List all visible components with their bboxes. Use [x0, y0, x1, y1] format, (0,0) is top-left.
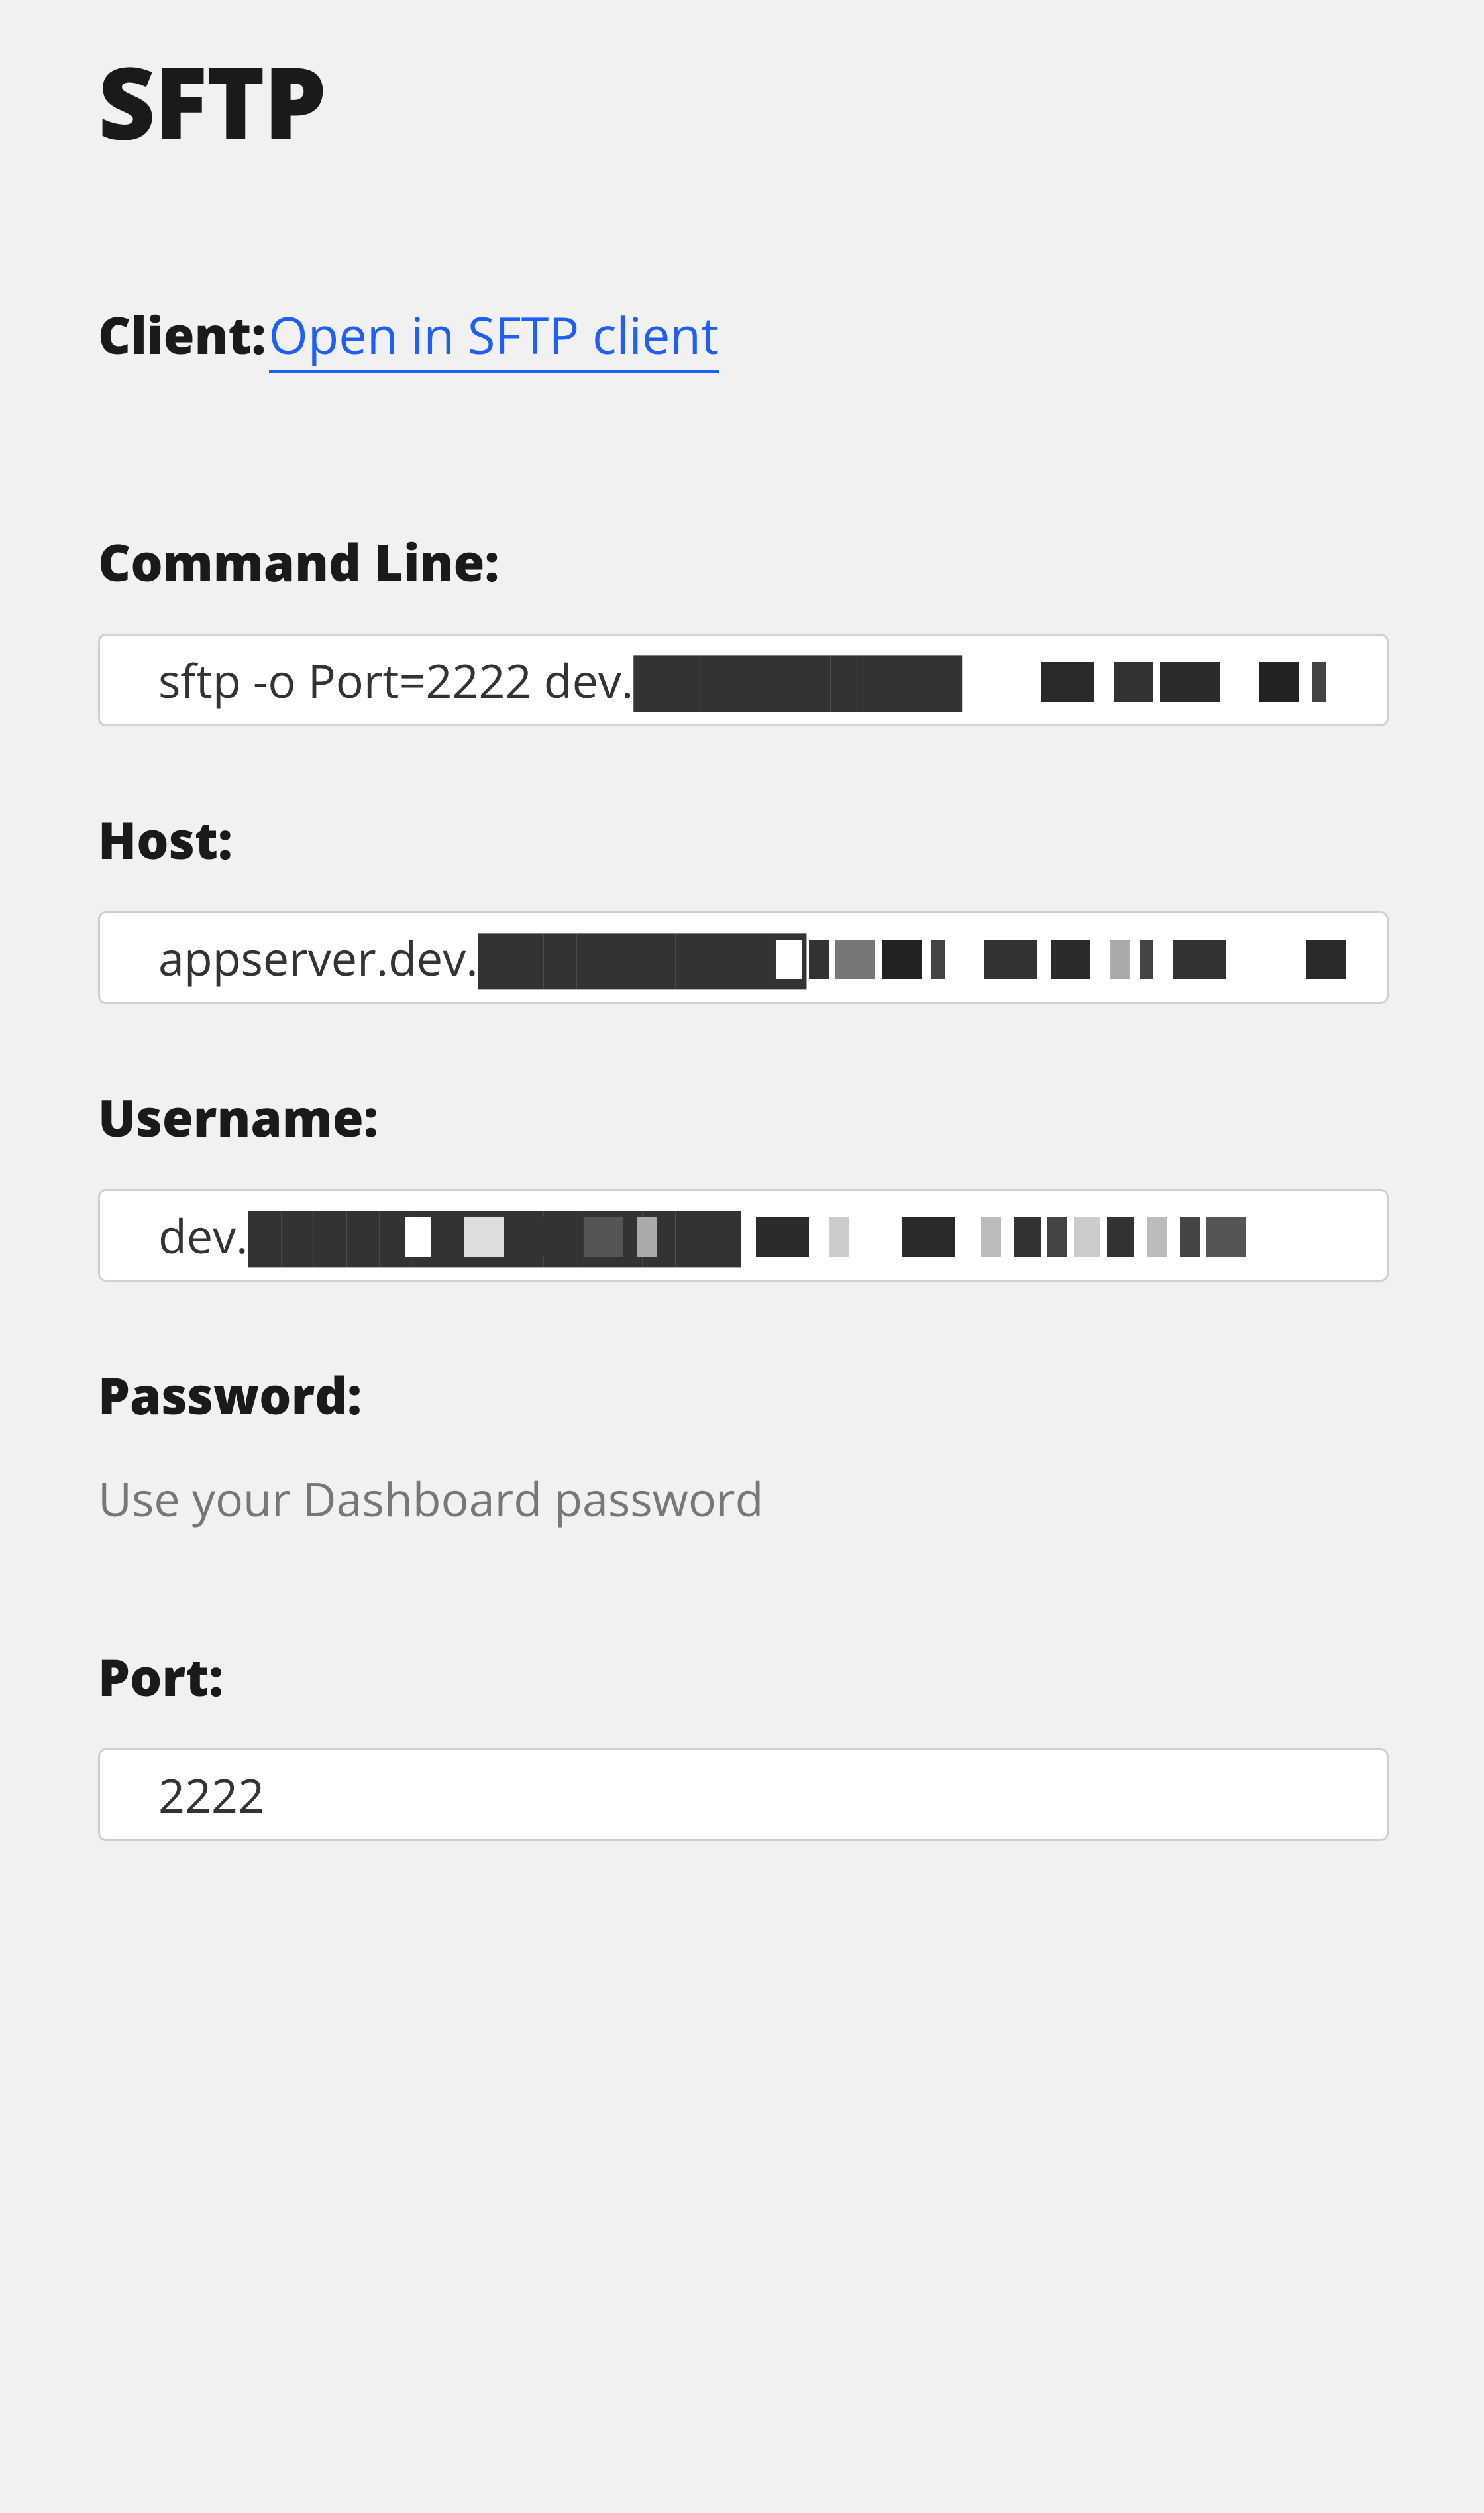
- host-block: Host: appserver.dev.██████████: [98, 806, 1386, 1004]
- redaction-overlay: [1014, 655, 1389, 708]
- username-field[interactable]: dev.███████████████: [98, 1189, 1389, 1282]
- command-line-value: sftp -o Port=2222 dev.██████████: [158, 648, 962, 712]
- command-line-block: Command Line: sftp -o Port=2222 dev.████…: [98, 528, 1386, 726]
- password-block: Password: Use your Dashboard password: [98, 1361, 1386, 1530]
- host-value: appserver.dev.██████████: [158, 926, 807, 989]
- command-line-label: Command Line:: [98, 528, 1386, 596]
- open-in-sftp-client-link[interactable]: Open in SFTP client: [269, 301, 719, 373]
- redaction-overlay: [405, 1211, 1246, 1264]
- username-label: Username:: [98, 1084, 1386, 1152]
- port-label: Port:: [98, 1643, 1386, 1711]
- redaction-overlay: [776, 933, 1346, 986]
- command-line-field[interactable]: sftp -o Port=2222 dev.██████████: [98, 634, 1389, 726]
- port-field[interactable]: 2222: [98, 1748, 1389, 1841]
- client-row: Client: Open in SFTP client: [98, 301, 1386, 369]
- password-label: Password:: [98, 1361, 1386, 1429]
- page-title: SFTP: [98, 33, 1386, 168]
- host-label: Host:: [98, 806, 1386, 874]
- host-field[interactable]: appserver.dev.██████████: [98, 911, 1389, 1004]
- password-hint: Use your Dashboard password: [98, 1467, 1386, 1530]
- username-block: Username: dev.███████████████: [98, 1084, 1386, 1282]
- sftp-panel: SFTP Client: Open in SFTP client Command…: [0, 0, 1484, 1841]
- client-label: Client:: [98, 301, 266, 369]
- port-value: 2222: [158, 1763, 264, 1826]
- port-block: Port: 2222: [98, 1643, 1386, 1841]
